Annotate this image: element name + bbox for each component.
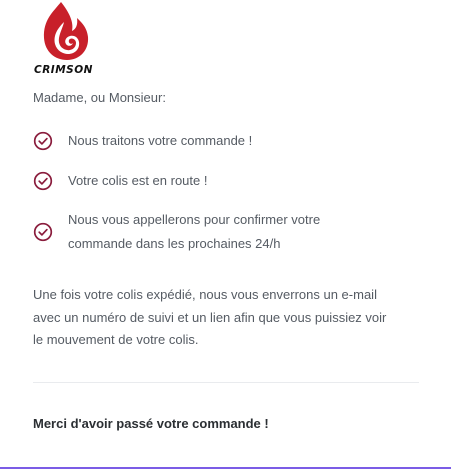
step-label: Nous vous appellerons pour confirmer vot… — [68, 208, 368, 256]
order-confirmation-page: CRIMSON Madame, ou Monsieur: Nous traito… — [0, 0, 451, 469]
step-label-line: Nous vous appellerons pour confirmer vot… — [68, 212, 321, 227]
status-step-call: Nous vous appellerons pour confirmer vot… — [33, 208, 368, 256]
crimson-logo: CRIMSON — [33, 0, 103, 76]
status-step-shipping: Votre colis est en route ! — [33, 171, 207, 193]
check-circle-icon — [33, 171, 53, 191]
paragraph-line: avec un numéro de suivi et un lien afin … — [33, 309, 387, 325]
step-label: Votre colis est en route ! — [68, 173, 208, 188]
paragraph-line: Une fois votre colis expédié, nous vous … — [33, 287, 377, 302]
divider — [33, 382, 419, 383]
logo-brand-text: CRIMSON — [34, 64, 93, 76]
shipping-info-paragraph: Une fois votre colis expédié, nous vous … — [33, 284, 428, 352]
status-step-processing: Nous traitons votre commande ! — [33, 131, 252, 153]
step-label-line: commande dans les prochaines 24/h — [68, 236, 281, 251]
thank-you-text: Merci d'avoir passé votre commande ! — [33, 416, 269, 431]
greeting-text: Madame, ou Monsieur: — [33, 90, 166, 105]
step-label: Nous traitons votre commande ! — [68, 133, 253, 148]
flame-logo-icon: CRIMSON — [34, 2, 93, 76]
check-circle-icon — [33, 131, 53, 151]
check-circle-icon — [33, 222, 53, 242]
paragraph-line: le mouvement de votre colis. — [33, 332, 199, 347]
